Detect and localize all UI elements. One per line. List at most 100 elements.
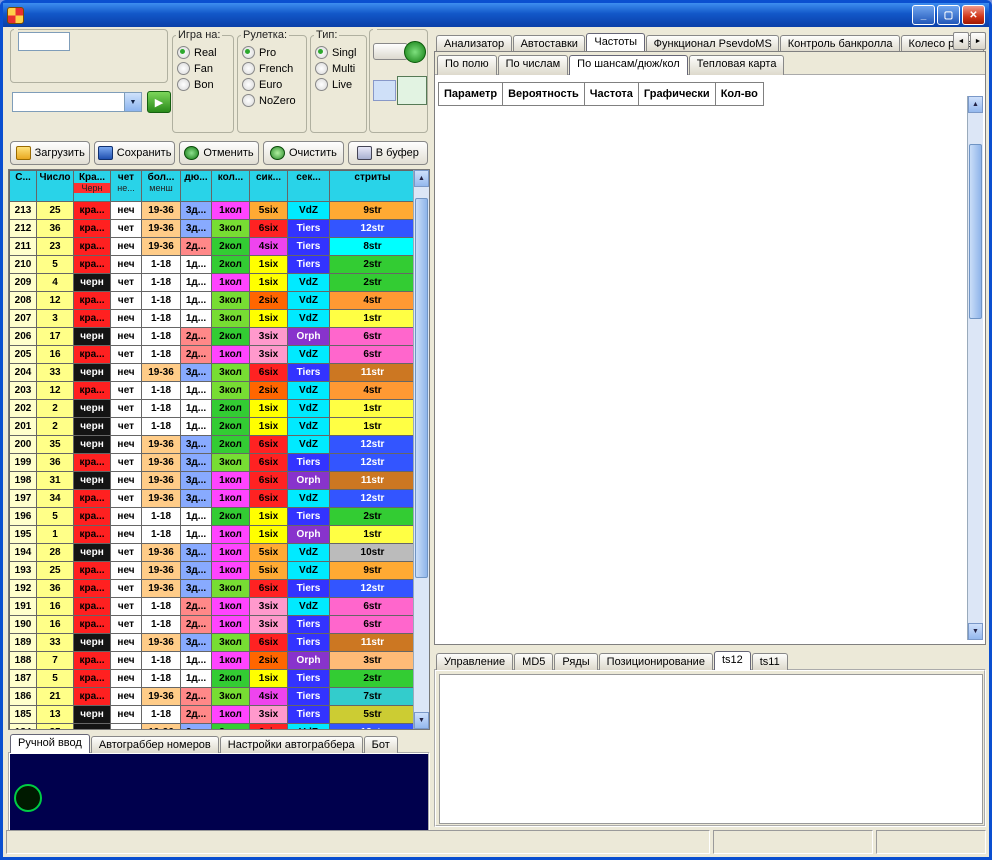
bottom-left-tab-1[interactable]: Автограббер номеров [91,736,219,753]
bottom-right-tab-2[interactable]: Ряды [554,653,597,670]
history-header-8: сек... [288,171,330,202]
header-line2 [10,183,36,193]
save-button[interactable]: Сохранить [94,141,174,165]
sub-tab-3[interactable]: Тепловая карта [689,55,785,75]
color-cell: кра... [74,670,111,688]
bottom-right-tab-0[interactable]: Управление [436,653,513,670]
scroll-track[interactable] [968,113,983,623]
radio-nozero[interactable]: NoZero [242,94,302,107]
radio-singl[interactable]: Singl [315,46,362,59]
range-cell: 19-36 [142,202,181,220]
range-cell: 1-18 [142,382,181,400]
street-cell: 2str [330,670,416,688]
chevron-down-icon[interactable]: ▼ [124,93,141,111]
sector-cell: Tiers [288,220,330,238]
tab-scroll-right-button[interactable]: ► [970,32,986,50]
street-cell: 11str [330,634,416,652]
bottom-right-tab-4[interactable]: ts12 [714,651,751,670]
scroll-down-icon[interactable]: ▼ [414,712,429,729]
sub-tab-0[interactable]: По полю [437,55,497,75]
radio-fan[interactable]: Fan [177,62,229,75]
number-cell: 13 [37,706,74,724]
header-line1: сик... [250,171,287,183]
status-bar [6,830,986,854]
bottom-right-tab-1[interactable]: MD5 [514,653,553,670]
radio-live[interactable]: Live [315,78,362,91]
radio-label: Real [194,47,217,59]
radio-bon[interactable]: Bon [177,78,229,91]
bottom-right-tab-3[interactable]: Позиционирование [599,653,713,670]
scroll-up-icon[interactable]: ▲ [414,170,429,187]
play-button[interactable]: ▶ [147,91,171,113]
master-shortcut-select[interactable]: ▼ [12,92,142,112]
bottom-right-tab-5[interactable]: ts11 [752,653,788,670]
history-header-9: стриты [330,171,416,202]
radio-real[interactable]: Real [177,46,229,59]
load-button[interactable]: Загрузить [10,141,90,165]
dozen-cell: 2д... [181,598,212,616]
street-cell: 2str [330,508,416,526]
radio-label: NoZero [259,95,296,107]
copy-buffer-button[interactable]: В буфер [348,141,428,165]
maximize-button[interactable]: ▢ [937,5,960,25]
scroll-thumb[interactable] [969,144,982,319]
sub-tab-2[interactable]: По шансам/дюж/кол [569,55,688,75]
number-cell: 3 [37,310,74,328]
radio-icon [242,46,255,59]
dozen-cell: 2д... [181,688,212,706]
radio-pro[interactable]: Pro [242,46,302,59]
color-cell: черн [74,472,111,490]
header-line1: С... [10,171,36,183]
history-header-5: дю... [181,171,212,202]
column-cell: 2кол [212,436,250,454]
frequencies-scrollbar[interactable]: ▲ ▼ [967,96,983,640]
sixline-cell: 3six [250,706,288,724]
sixline-cell: 6six [250,472,288,490]
scroll-thumb[interactable] [415,198,428,578]
tab-scroll-left-button[interactable]: ◄ [953,32,969,50]
close-button[interactable]: ✕ [962,5,985,25]
bottom-left-tab-3[interactable]: Бот [364,736,398,753]
right-tab-0[interactable]: Анализатор [436,35,512,51]
spin-cell: 185 [10,706,37,724]
scroll-up-icon[interactable]: ▲ [968,96,983,113]
dozen-cell: 2д... [181,238,212,256]
bottom-left-tab-2[interactable]: Настройки автограббера [220,736,363,753]
freq-header-1: Вероятность [503,83,585,106]
history-scrollbar[interactable]: ▲ ▼ [413,170,429,729]
right-tab-2[interactable]: Частоты [586,33,644,51]
start-sum-input[interactable] [18,32,70,51]
column-cell: 2кол [212,670,250,688]
undo-button[interactable]: Отменить [179,141,259,165]
parity-cell: чет [111,220,142,238]
scroll-down-icon[interactable]: ▼ [968,623,983,640]
right-tab-1[interactable]: Автоставки [513,35,586,51]
freq-header-2: Частота [584,83,638,106]
minimize-button[interactable]: _ [912,5,935,25]
dozen-cell: 1д... [181,382,212,400]
parity-cell: неч [111,688,142,706]
bottom-left-tab-0[interactable]: Ручной ввод [10,734,90,753]
right-tabs: АнализаторАвтоставкиЧастотыФункционал Ps… [434,29,986,51]
color-cell: кра... [74,652,111,670]
right-tab-4[interactable]: Контроль банкролла [780,35,900,51]
clear-button[interactable]: Очистить [263,141,343,165]
scroll-track[interactable] [414,187,429,712]
sub-tab-1[interactable]: По числам [498,55,569,75]
radio-euro[interactable]: Euro [242,78,302,91]
right-tab-3[interactable]: Функционал PsevdoMS [646,35,779,51]
number-cell: 36 [37,220,74,238]
sector-cell: Tiers [288,238,330,256]
street-cell: 10str [330,544,416,562]
radio-french[interactable]: French [242,62,302,75]
dozen-cell: 2д... [181,346,212,364]
new-shift-button[interactable] [373,43,408,60]
column-cell: 1кол [212,598,250,616]
radio-multi[interactable]: Multi [315,62,362,75]
color-cell: кра... [74,598,111,616]
board-number-0[interactable] [14,784,42,812]
sixline-cell: 6six [250,436,288,454]
history-row: 19428чернчет19-363д...1кол5sixVdZ10str [10,544,416,562]
app-icon [7,7,24,24]
column-cell: 3кол [212,580,250,598]
